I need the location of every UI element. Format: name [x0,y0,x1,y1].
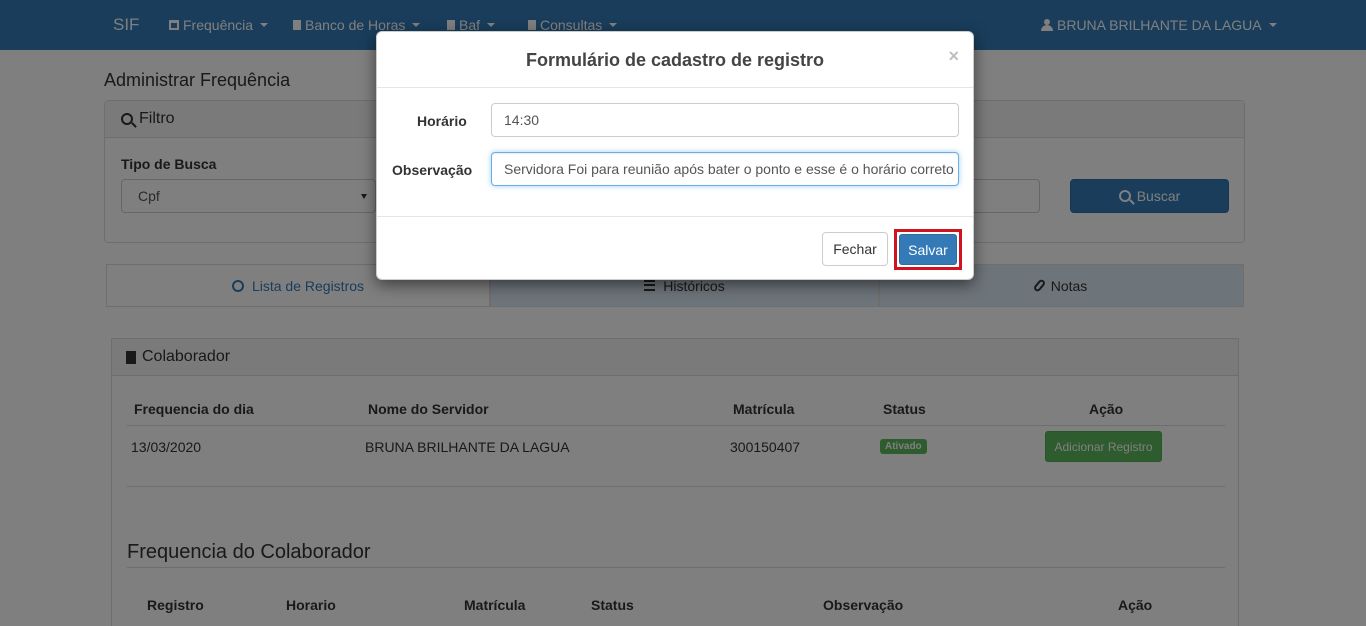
modal-title: Formulário de cadastro de registro [525,50,825,70]
modal-header: Formulário de cadastro de registro × [377,32,973,88]
cadastro-registro-modal: Formulário de cadastro de registro × Hor… [376,31,974,280]
salvar-button[interactable]: Salvar [899,234,957,265]
modal-footer-divider [377,216,973,217]
horario-input[interactable]: 14:30 [491,103,959,137]
fechar-button[interactable]: Fechar [822,232,888,266]
close-icon[interactable]: × [948,46,959,67]
observacao-input[interactable]: Servidora Foi para reunião após bater o … [491,152,959,186]
horario-label: Horário [417,113,467,129]
salvar-highlight: Salvar [894,229,962,270]
observacao-label: Observação [392,162,473,178]
